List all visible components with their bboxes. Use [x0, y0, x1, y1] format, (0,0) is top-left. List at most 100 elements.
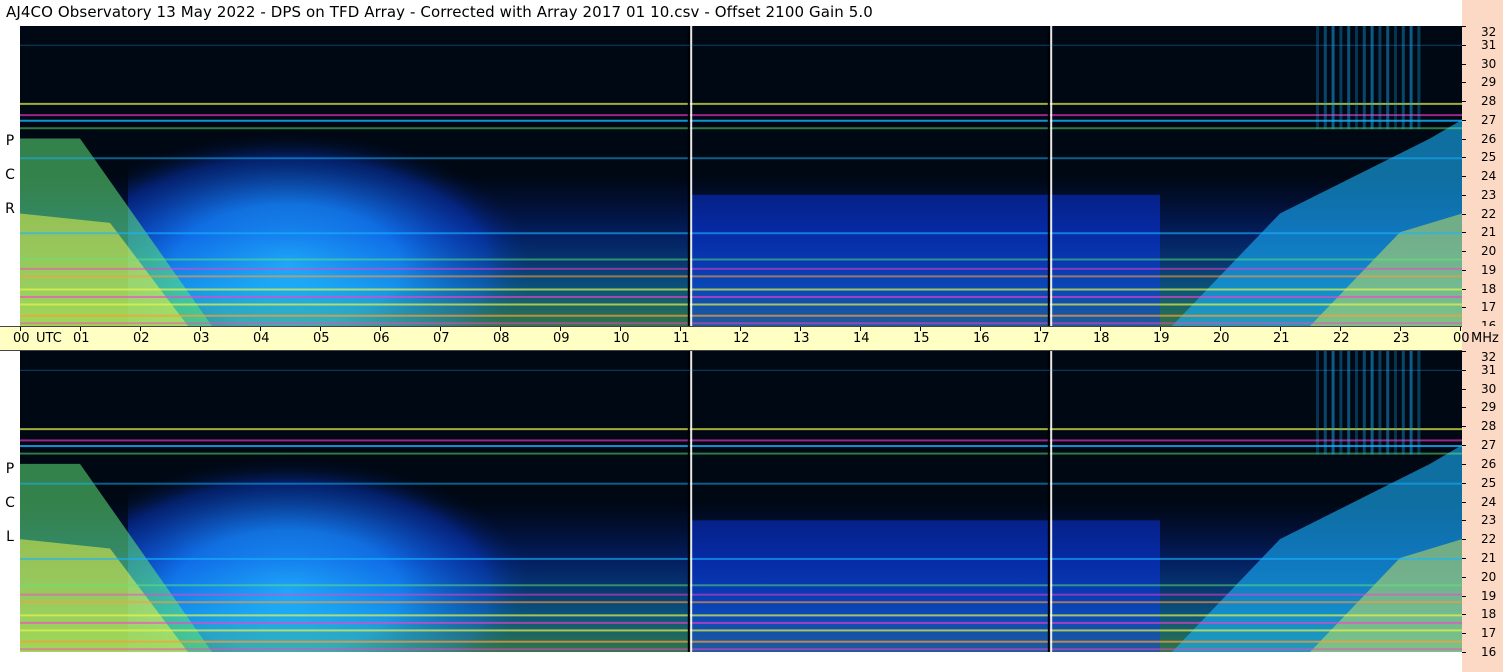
- rcp-label-p: P: [5, 133, 15, 149]
- frequency-tick: [1462, 120, 1466, 121]
- frequency-tick-label: 23: [1481, 513, 1497, 527]
- hour-tick: [440, 327, 441, 331]
- rcp-spectrogram: [20, 26, 1462, 326]
- frequency-tick: [1462, 214, 1466, 215]
- storm-streak: [1347, 351, 1351, 455]
- frequency-tick: [1462, 407, 1466, 408]
- grid-line: [20, 369, 1462, 371]
- interference-line: [20, 640, 1462, 643]
- storm-streak: [1331, 26, 1335, 130]
- lcp-label-p: P: [5, 461, 15, 477]
- frequency-tick-label: 30: [1481, 57, 1497, 71]
- storm-streak: [1370, 351, 1374, 455]
- hour-tick-label: 12: [733, 331, 750, 346]
- storm-streak: [1370, 26, 1374, 130]
- hour-tick: [620, 327, 621, 331]
- frequency-tick-label: 20: [1481, 244, 1497, 258]
- lcp-spectrogram-plot: [20, 351, 1462, 652]
- storm-streak: [1378, 26, 1382, 130]
- data-gap: [1047, 351, 1050, 652]
- hour-tick-label: 08: [493, 331, 510, 346]
- page-title: AJ4CO Observatory 13 May 2022 - DPS on T…: [6, 3, 873, 21]
- storm-streak: [1409, 351, 1413, 455]
- interference-line: [20, 621, 1462, 624]
- frequency-tick-label: 24: [1481, 495, 1497, 509]
- hour-tick-label: 18: [1093, 331, 1110, 346]
- frequency-tick: [1462, 614, 1466, 615]
- hour-tick-label: 21: [1273, 331, 1290, 346]
- interference-line: [20, 303, 1462, 306]
- interference-line: [20, 127, 1462, 130]
- hour-tick: [680, 327, 681, 331]
- hour-tick-label: 17: [1033, 331, 1050, 346]
- lcp-frequency-axis: 32 31 30 29 28 27 26 25 24 23 22 21 20 19 18 17 16: [1462, 351, 1503, 672]
- frequency-tick: [1462, 101, 1466, 102]
- frequency-tick: [1462, 270, 1466, 271]
- hour-tick-label: 22: [1333, 331, 1350, 346]
- interference-line: [20, 428, 1462, 431]
- hour-tick: [860, 327, 861, 331]
- frequency-tick-label: 17: [1481, 626, 1497, 640]
- interference-line: [20, 114, 1462, 117]
- frequency-tick: [1462, 652, 1466, 653]
- interference-line: [20, 584, 1462, 587]
- storm-streak: [1316, 26, 1319, 130]
- hour-tick: [1220, 327, 1221, 331]
- frequency-tick: [1462, 176, 1466, 177]
- hour-tick: [1280, 327, 1281, 331]
- frequency-tick: [1462, 251, 1466, 252]
- interference-line: [20, 267, 1462, 270]
- frequency-tick-label: 18: [1481, 282, 1497, 296]
- hour-tick: [740, 327, 741, 331]
- frequency-tick: [1462, 64, 1466, 65]
- storm-streak: [1378, 351, 1382, 455]
- hour-tick-label: 19: [1153, 331, 1170, 346]
- hour-tick: [140, 327, 141, 331]
- hour-tick: [380, 327, 381, 331]
- frequency-tick: [1462, 26, 1466, 27]
- interference-line: [20, 439, 1462, 442]
- frequency-tick: [1462, 351, 1466, 352]
- utc-unit-label: UTC: [36, 331, 62, 346]
- interference-line: [20, 102, 1462, 105]
- hour-tick: [1400, 327, 1401, 331]
- storm-streak: [1401, 26, 1405, 130]
- frequency-tick: [1462, 389, 1466, 390]
- frequency-tick-label: 28: [1481, 94, 1497, 108]
- storm-streak: [1347, 26, 1351, 130]
- storm-streak: [1316, 351, 1319, 455]
- frequency-tick: [1462, 577, 1466, 578]
- hour-tick-label: 07: [433, 331, 450, 346]
- time-marker: [1050, 26, 1053, 326]
- frequency-tick-label: 31: [1481, 38, 1497, 52]
- frequency-tick: [1462, 426, 1466, 427]
- storm-streak: [1323, 351, 1327, 455]
- frequency-tick: [1462, 502, 1466, 503]
- hour-tick: [1160, 327, 1161, 331]
- hour-tick: [320, 327, 321, 331]
- rcp-frequency-axis: 3231302928272625242322212019181716: [1462, 25, 1503, 332]
- hour-tick-label: 14: [853, 331, 870, 346]
- lcp-label-l: L: [6, 529, 14, 545]
- frequency-tick-label: 22: [1481, 532, 1497, 546]
- hour-tick: [200, 327, 201, 331]
- hour-tick-label: 23: [1393, 331, 1410, 346]
- hour-tick-label: 16: [973, 331, 990, 346]
- frequency-tick-label: 25: [1481, 476, 1497, 490]
- frequency-tick: [1462, 232, 1466, 233]
- frequency-tick: [1462, 445, 1466, 446]
- interference-line: [20, 288, 1462, 291]
- storm-streak: [1362, 26, 1366, 130]
- frequency-tick: [1462, 289, 1466, 290]
- frequency-tick: [1462, 370, 1466, 371]
- frequency-tick-label: 29: [1481, 75, 1497, 89]
- interference-line: [20, 614, 1462, 617]
- storm-streak: [1386, 26, 1390, 130]
- axis-top-pad: [1462, 0, 1503, 26]
- interference-line: [20, 482, 1462, 485]
- rcp-label-c: C: [5, 167, 15, 183]
- frequency-tick-label: 22: [1481, 207, 1497, 221]
- frequency-tick-label: 26: [1481, 132, 1497, 146]
- frequency-tick: [1462, 139, 1466, 140]
- frequency-tick-label: 32: [1481, 25, 1497, 39]
